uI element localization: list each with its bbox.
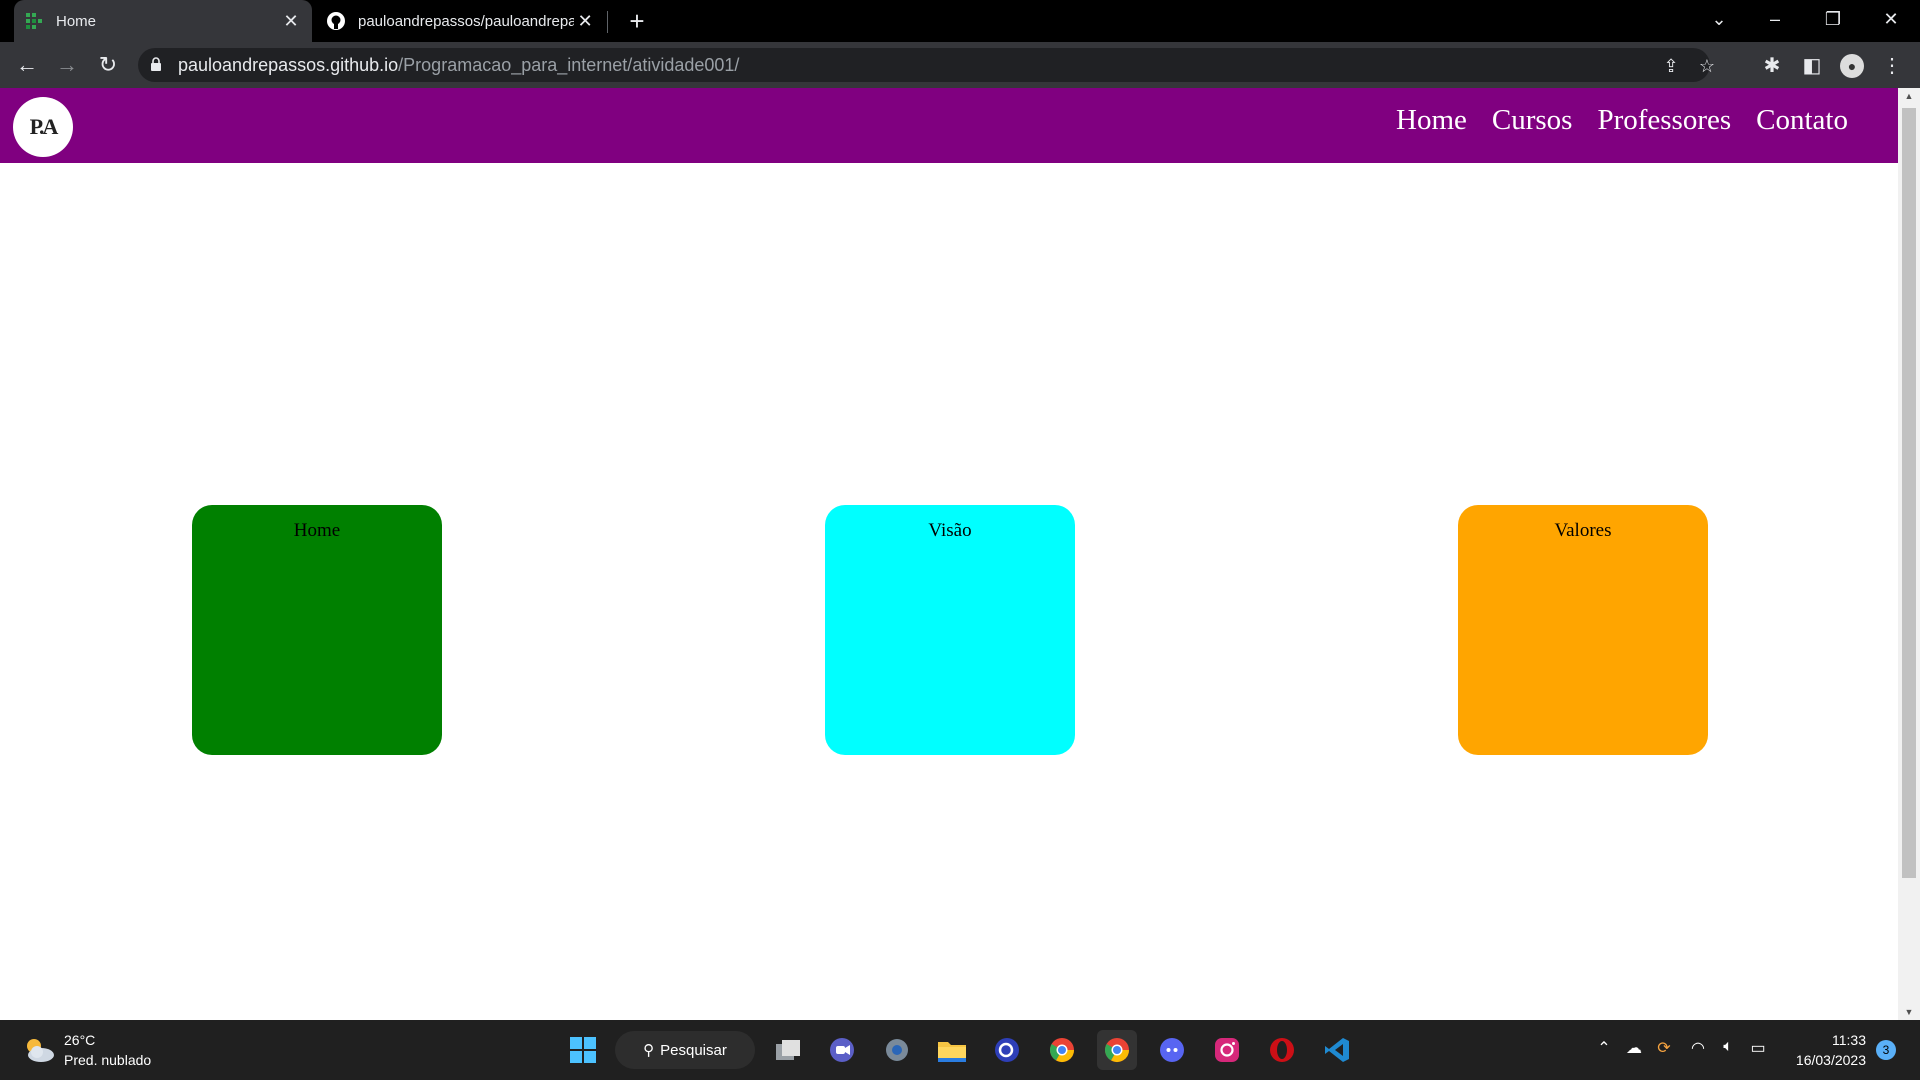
forward-button[interactable]: →	[52, 50, 82, 80]
restore-button[interactable]: ❐	[1806, 0, 1860, 40]
discord-icon[interactable]	[1152, 1030, 1192, 1070]
lock-icon	[151, 57, 161, 71]
browser-menu-icon[interactable]: ⋮	[1880, 54, 1904, 78]
sync-icon[interactable]: ⟳	[1652, 1038, 1676, 1058]
tab-divider	[607, 11, 608, 33]
close-tab-icon[interactable]: ✕	[280, 11, 302, 32]
task-view-icon[interactable]	[768, 1030, 808, 1070]
clock-date: 16/03/2023	[1795, 1052, 1866, 1068]
notification-badge[interactable]: 3	[1876, 1040, 1896, 1060]
nav-home-link[interactable]: Home	[1396, 104, 1467, 137]
card-home: Home	[192, 505, 442, 755]
weather-widget[interactable]: 26°C Pred. nublado	[22, 1030, 151, 1070]
card-valores: Valores	[1458, 505, 1708, 755]
weather-desc: Pred. nublado	[64, 1052, 152, 1068]
share-icon[interactable]: ⇪	[1660, 55, 1682, 77]
chrome-profile-icon[interactable]	[1097, 1030, 1137, 1070]
new-tab-button[interactable]: +	[622, 6, 652, 36]
instagram-icon[interactable]	[1207, 1030, 1247, 1070]
tab-title: Home	[56, 12, 97, 30]
profile-avatar[interactable]: ●	[1840, 54, 1864, 78]
weather-temp: 26°C	[64, 1032, 96, 1048]
close-tab-icon[interactable]: ✕	[574, 11, 596, 32]
site-header: P.A Home Cursos Professores Contato	[0, 88, 1898, 163]
github-icon	[327, 12, 345, 30]
browser-toolbar: ← → ↻ pauloandrepassos.github.io/Program…	[0, 42, 1920, 88]
back-button[interactable]: ←	[12, 50, 42, 80]
tab-title: pauloandrepassos/pauloandrepa	[358, 12, 575, 30]
bookmark-star-icon[interactable]: ☆	[1696, 55, 1718, 77]
file-explorer-icon[interactable]	[932, 1030, 972, 1070]
chrome-icon[interactable]	[1042, 1030, 1082, 1070]
battery-icon[interactable]: ▭	[1746, 1038, 1770, 1058]
scroll-down-arrow-icon[interactable]: ▼	[1898, 1004, 1920, 1020]
url-text: pauloandrepassos.github.io/Programacao_p…	[178, 55, 739, 76]
card-visao: Visão	[825, 505, 1075, 755]
tab-home[interactable]: Home ✕	[14, 0, 312, 42]
nav-professores-link[interactable]: Professores	[1597, 104, 1731, 137]
url-path: /Programacao_para_internet/atividade001/	[398, 55, 740, 75]
app-icon[interactable]	[987, 1030, 1027, 1070]
nav-contato-link[interactable]: Contato	[1756, 104, 1848, 137]
site-logo[interactable]: P.A	[13, 97, 73, 157]
scroll-up-arrow-icon[interactable]: ▲	[1898, 88, 1920, 104]
site-nav: Home Cursos Professores Contato	[1396, 104, 1848, 137]
taskbar-clock[interactable]: 11:33 16/03/2023	[1786, 1030, 1866, 1070]
windows-start-icon[interactable]	[563, 1030, 603, 1070]
side-panel-icon[interactable]: ◧	[1800, 54, 1824, 78]
browser-tab-strip: Home ✕ pauloandrepassos/pauloandrepa ✕ +…	[0, 0, 1920, 42]
close-window-button[interactable]: ✕	[1864, 0, 1918, 40]
page-scrollbar[interactable]: ▲ ▼	[1898, 88, 1920, 1020]
settings-icon[interactable]	[877, 1030, 917, 1070]
tab-search-chevron-icon[interactable]: ⌄	[1692, 0, 1746, 40]
taskbar-search-button[interactable]: ⚲ Pesquisar	[615, 1031, 755, 1069]
address-bar[interactable]: pauloandrepassos.github.io/Programacao_p…	[138, 48, 1715, 82]
vscode-icon[interactable]	[1317, 1030, 1357, 1070]
minimize-button[interactable]: –	[1748, 0, 1802, 40]
volume-icon[interactable]: 🔈︎	[1716, 1038, 1740, 1056]
scrollbar-thumb[interactable]	[1902, 108, 1916, 878]
search-label: Pesquisar	[660, 1041, 727, 1059]
cloudy-sun-icon	[27, 1039, 54, 1062]
onedrive-offline-icon[interactable]: ☁	[1622, 1038, 1646, 1058]
wifi-icon[interactable]: ◠	[1686, 1038, 1710, 1058]
reload-button[interactable]: ↻	[93, 50, 123, 80]
url-host: pauloandrepassos.github.io	[178, 55, 399, 75]
page-viewport: P.A Home Cursos Professores Contato Home…	[0, 88, 1898, 1020]
tab-github[interactable]: pauloandrepassos/pauloandrepa ✕	[316, 0, 606, 42]
site-grid-favicon-icon	[26, 13, 42, 29]
opera-icon[interactable]	[1262, 1030, 1302, 1070]
card-label: Visão	[928, 520, 972, 541]
nav-cursos-link[interactable]: Cursos	[1492, 104, 1573, 137]
search-icon: ⚲	[643, 1042, 655, 1059]
card-label: Home	[293, 520, 341, 541]
card-label: Valores	[1554, 520, 1612, 541]
windows-taskbar: 26°C Pred. nublado ⚲ Pesquisar ⌃ ☁ ⟳ ◠ 🔈…	[0, 1020, 1920, 1080]
extensions-puzzle-icon[interactable]: ✱	[1760, 54, 1784, 78]
teams-icon[interactable]	[822, 1030, 862, 1070]
show-hidden-icons-chevron-icon[interactable]: ⌃	[1592, 1038, 1616, 1058]
clock-time: 11:33	[1832, 1032, 1866, 1048]
